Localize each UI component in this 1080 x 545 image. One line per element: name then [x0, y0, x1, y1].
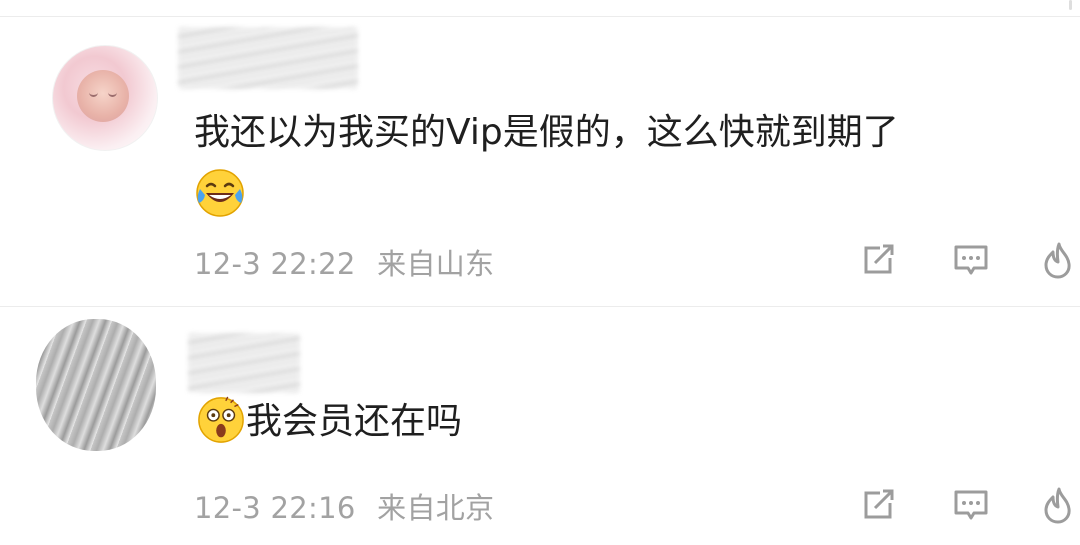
fire-like-icon[interactable]	[1038, 240, 1078, 280]
comment-item: 我还以为我买的Vip是假的，这么快就到期了 12-3 22:22 来自山东	[0, 17, 1080, 306]
share-edit-icon[interactable]	[858, 240, 898, 280]
avatar-face	[77, 70, 129, 122]
share-edit-icon[interactable]	[858, 485, 898, 525]
comment-meta: 12-3 22:16 来自北京	[194, 485, 506, 527]
username-blurred[interactable]	[178, 27, 358, 89]
fire-like-icon[interactable]	[1038, 485, 1078, 525]
comment-meta: 12-3 22:22 来自山东	[194, 241, 506, 283]
comment-time: 12-3 22:22	[194, 247, 356, 281]
scroll-indicator	[1069, 0, 1072, 10]
comment-location: 来自山东	[377, 247, 495, 281]
comment-text: 我还以为我买的Vip是假的，这么快就到期了	[194, 112, 899, 153]
comment-bubble-icon[interactable]	[951, 240, 991, 280]
comment-location: 来自北京	[377, 491, 495, 525]
comment-bubble-icon[interactable]	[951, 485, 991, 525]
laughing-crying-face-emoji	[196, 169, 244, 217]
user-avatar[interactable]	[52, 45, 158, 151]
comment-text: 我会员还在吗	[246, 401, 463, 442]
comment-time: 12-3 22:16	[194, 491, 356, 525]
comment-item: 我会员还在吗 12-3 22:16 来自北京	[0, 307, 1080, 545]
user-avatar[interactable]	[36, 319, 156, 451]
comment-text-wrapper: 我会员还在吗	[196, 394, 462, 450]
username-blurred[interactable]	[188, 333, 300, 393]
astonished-face-emoji	[198, 396, 244, 443]
